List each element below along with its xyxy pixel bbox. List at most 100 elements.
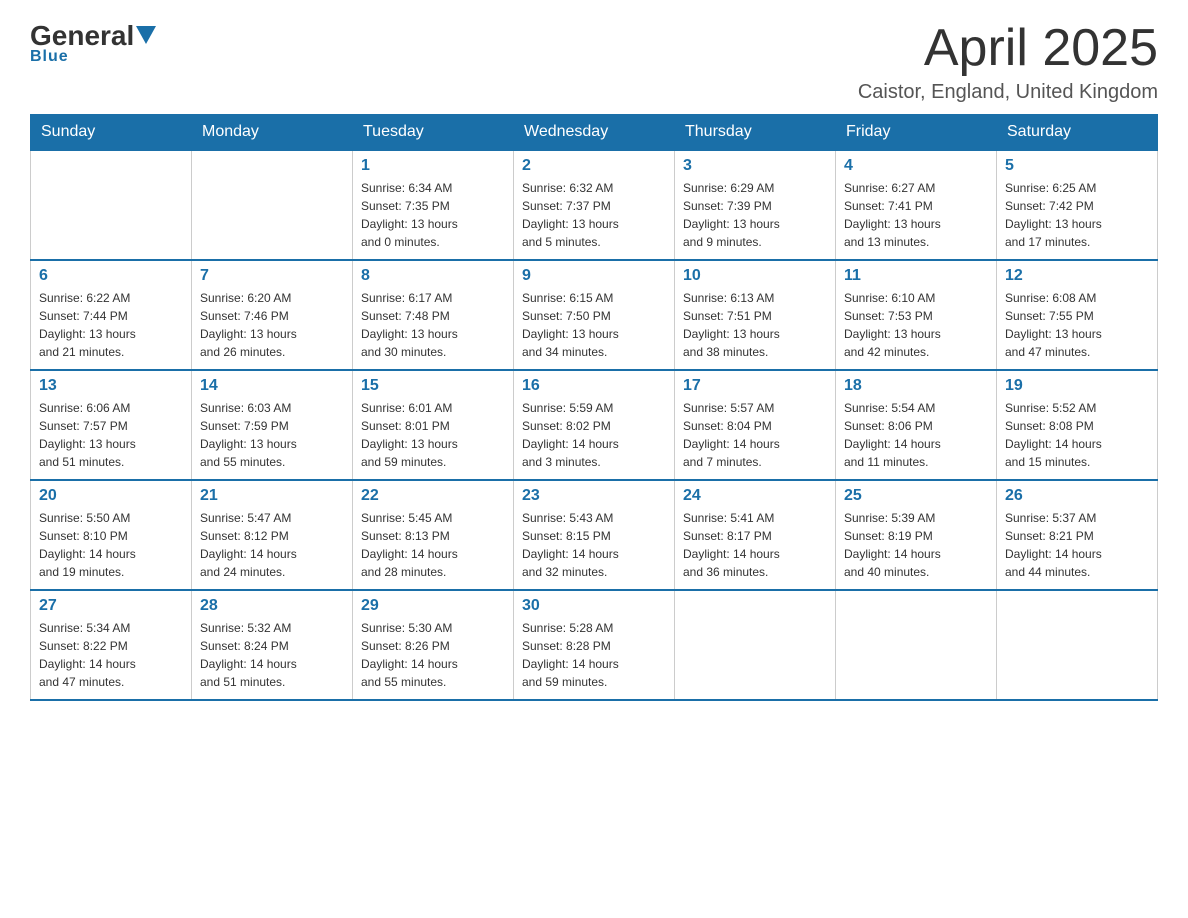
calendar-cell: 9 Sunrise: 6:15 AM Sunset: 7:50 PM Daylig… xyxy=(514,260,675,370)
calendar-cell: 15 Sunrise: 6:01 AM Sunset: 8:01 PM Dayli… xyxy=(353,370,514,480)
day-number: 12 xyxy=(1005,267,1149,285)
day-info: Sunrise: 5:34 AM Sunset: 8:22 PM Dayligh… xyxy=(39,619,183,691)
calendar-cell: 13Sunrise: 6:06 AM Sunset: 7:57 PM Dayli… xyxy=(31,370,192,480)
day-number: 10 xyxy=(683,267,827,285)
day-number: 29 xyxy=(361,597,505,615)
calendar-cell: 3 Sunrise: 6:29 AM Sunset: 7:39 PM Daylig… xyxy=(675,150,836,260)
logo-blue-text: Blue xyxy=(30,48,69,66)
day-info: Sunrise: 6:06 AM Sunset: 7:57 PM Dayligh… xyxy=(39,399,183,471)
calendar-cell: 28 Sunrise: 5:32 AM Sunset: 8:24 PM Dayli… xyxy=(192,590,353,700)
weekday-header-sunday: Sunday xyxy=(31,115,192,151)
calendar-cell: 24 Sunrise: 5:41 AM Sunset: 8:17 PM Dayli… xyxy=(675,480,836,590)
calendar-cell: 1 Sunrise: 6:34 AM Sunset: 7:35 PM Daylig… xyxy=(353,150,514,260)
day-info: Sunrise: 5:45 AM Sunset: 8:13 PM Dayligh… xyxy=(361,509,505,581)
calendar-cell xyxy=(836,590,997,700)
weekday-header-tuesday: Tuesday xyxy=(353,115,514,151)
day-number: 17 xyxy=(683,377,827,395)
day-number: 15 xyxy=(361,377,505,395)
logo-triangle-icon xyxy=(136,26,156,44)
day-info: Sunrise: 5:32 AM Sunset: 8:24 PM Dayligh… xyxy=(200,619,344,691)
day-number: 5 xyxy=(1005,157,1149,175)
calendar-week-row: 6 Sunrise: 6:22 AM Sunset: 7:44 PM Daylig… xyxy=(31,260,1158,370)
day-info: Sunrise: 5:43 AM Sunset: 8:15 PM Dayligh… xyxy=(522,509,666,581)
calendar-cell xyxy=(675,590,836,700)
calendar-cell: 2 Sunrise: 6:32 AM Sunset: 7:37 PM Daylig… xyxy=(514,150,675,260)
day-number: 28 xyxy=(200,597,344,615)
day-info: Sunrise: 6:15 AM Sunset: 7:50 PM Dayligh… xyxy=(522,289,666,361)
day-info: Sunrise: 6:27 AM Sunset: 7:41 PM Dayligh… xyxy=(844,179,988,251)
calendar-cell: 20Sunrise: 5:50 AM Sunset: 8:10 PM Dayli… xyxy=(31,480,192,590)
day-info: Sunrise: 5:37 AM Sunset: 8:21 PM Dayligh… xyxy=(1005,509,1149,581)
day-number: 1 xyxy=(361,157,505,175)
day-number: 7 xyxy=(200,267,344,285)
calendar-cell: 27Sunrise: 5:34 AM Sunset: 8:22 PM Dayli… xyxy=(31,590,192,700)
day-number: 8 xyxy=(361,267,505,285)
day-info: Sunrise: 5:28 AM Sunset: 8:28 PM Dayligh… xyxy=(522,619,666,691)
day-number: 19 xyxy=(1005,377,1149,395)
day-info: Sunrise: 6:34 AM Sunset: 7:35 PM Dayligh… xyxy=(361,179,505,251)
day-info: Sunrise: 6:22 AM Sunset: 7:44 PM Dayligh… xyxy=(39,289,183,361)
weekday-header-saturday: Saturday xyxy=(997,115,1158,151)
day-number: 24 xyxy=(683,487,827,505)
day-info: Sunrise: 5:39 AM Sunset: 8:19 PM Dayligh… xyxy=(844,509,988,581)
day-info: Sunrise: 6:10 AM Sunset: 7:53 PM Dayligh… xyxy=(844,289,988,361)
calendar-cell: 8 Sunrise: 6:17 AM Sunset: 7:48 PM Daylig… xyxy=(353,260,514,370)
day-number: 4 xyxy=(844,157,988,175)
day-info: Sunrise: 6:17 AM Sunset: 7:48 PM Dayligh… xyxy=(361,289,505,361)
calendar-cell xyxy=(192,150,353,260)
day-number: 11 xyxy=(844,267,988,285)
day-info: Sunrise: 6:29 AM Sunset: 7:39 PM Dayligh… xyxy=(683,179,827,251)
day-info: Sunrise: 6:13 AM Sunset: 7:51 PM Dayligh… xyxy=(683,289,827,361)
calendar-week-row: 20Sunrise: 5:50 AM Sunset: 8:10 PM Dayli… xyxy=(31,480,1158,590)
day-info: Sunrise: 5:41 AM Sunset: 8:17 PM Dayligh… xyxy=(683,509,827,581)
title-block: April 2025 Caistor, England, United King… xyxy=(858,20,1158,104)
page-subtitle: Caistor, England, United Kingdom xyxy=(858,81,1158,104)
calendar-cell: 30 Sunrise: 5:28 AM Sunset: 8:28 PM Dayli… xyxy=(514,590,675,700)
calendar-cell: 11 Sunrise: 6:10 AM Sunset: 7:53 PM Dayli… xyxy=(836,260,997,370)
logo: General Blue xyxy=(30,20,156,66)
calendar-cell: 4 Sunrise: 6:27 AM Sunset: 7:41 PM Daylig… xyxy=(836,150,997,260)
calendar-cell: 6 Sunrise: 6:22 AM Sunset: 7:44 PM Daylig… xyxy=(31,260,192,370)
day-info: Sunrise: 6:03 AM Sunset: 7:59 PM Dayligh… xyxy=(200,399,344,471)
calendar-cell xyxy=(997,590,1158,700)
day-number: 3 xyxy=(683,157,827,175)
calendar-week-row: 27Sunrise: 5:34 AM Sunset: 8:22 PM Dayli… xyxy=(31,590,1158,700)
calendar-cell: 29Sunrise: 5:30 AM Sunset: 8:26 PM Dayli… xyxy=(353,590,514,700)
day-info: Sunrise: 6:01 AM Sunset: 8:01 PM Dayligh… xyxy=(361,399,505,471)
day-number: 18 xyxy=(844,377,988,395)
day-number: 2 xyxy=(522,157,666,175)
day-number: 20 xyxy=(39,487,183,505)
calendar-table: SundayMondayTuesdayWednesdayThursdayFrid… xyxy=(30,114,1158,701)
calendar-cell: 14 Sunrise: 6:03 AM Sunset: 7:59 PM Dayli… xyxy=(192,370,353,480)
calendar-week-row: 1 Sunrise: 6:34 AM Sunset: 7:35 PM Daylig… xyxy=(31,150,1158,260)
day-info: Sunrise: 5:59 AM Sunset: 8:02 PM Dayligh… xyxy=(522,399,666,471)
calendar-cell: 7Sunrise: 6:20 AM Sunset: 7:46 PM Daylig… xyxy=(192,260,353,370)
calendar-header: SundayMondayTuesdayWednesdayThursdayFrid… xyxy=(31,115,1158,151)
day-info: Sunrise: 6:08 AM Sunset: 7:55 PM Dayligh… xyxy=(1005,289,1149,361)
weekday-header-monday: Monday xyxy=(192,115,353,151)
day-number: 6 xyxy=(39,267,183,285)
weekday-header-thursday: Thursday xyxy=(675,115,836,151)
day-info: Sunrise: 5:47 AM Sunset: 8:12 PM Dayligh… xyxy=(200,509,344,581)
day-number: 25 xyxy=(844,487,988,505)
calendar-week-row: 13Sunrise: 6:06 AM Sunset: 7:57 PM Dayli… xyxy=(31,370,1158,480)
page-header: General Blue April 2025 Caistor, England… xyxy=(30,20,1158,104)
day-number: 16 xyxy=(522,377,666,395)
day-number: 23 xyxy=(522,487,666,505)
day-number: 30 xyxy=(522,597,666,615)
calendar-cell: 25 Sunrise: 5:39 AM Sunset: 8:19 PM Dayli… xyxy=(836,480,997,590)
calendar-cell: 23 Sunrise: 5:43 AM Sunset: 8:15 PM Dayli… xyxy=(514,480,675,590)
day-number: 14 xyxy=(200,377,344,395)
day-info: Sunrise: 6:32 AM Sunset: 7:37 PM Dayligh… xyxy=(522,179,666,251)
day-info: Sunrise: 5:54 AM Sunset: 8:06 PM Dayligh… xyxy=(844,399,988,471)
weekday-header-row: SundayMondayTuesdayWednesdayThursdayFrid… xyxy=(31,115,1158,151)
calendar-body: 1 Sunrise: 6:34 AM Sunset: 7:35 PM Daylig… xyxy=(31,150,1158,700)
day-number: 9 xyxy=(522,267,666,285)
day-info: Sunrise: 6:25 AM Sunset: 7:42 PM Dayligh… xyxy=(1005,179,1149,251)
calendar-cell: 19Sunrise: 5:52 AM Sunset: 8:08 PM Dayli… xyxy=(997,370,1158,480)
calendar-cell: 21Sunrise: 5:47 AM Sunset: 8:12 PM Dayli… xyxy=(192,480,353,590)
page-title: April 2025 xyxy=(858,20,1158,77)
calendar-cell: 18 Sunrise: 5:54 AM Sunset: 8:06 PM Dayli… xyxy=(836,370,997,480)
calendar-cell: 16 Sunrise: 5:59 AM Sunset: 8:02 PM Dayli… xyxy=(514,370,675,480)
calendar-cell: 12 Sunrise: 6:08 AM Sunset: 7:55 PM Dayli… xyxy=(997,260,1158,370)
